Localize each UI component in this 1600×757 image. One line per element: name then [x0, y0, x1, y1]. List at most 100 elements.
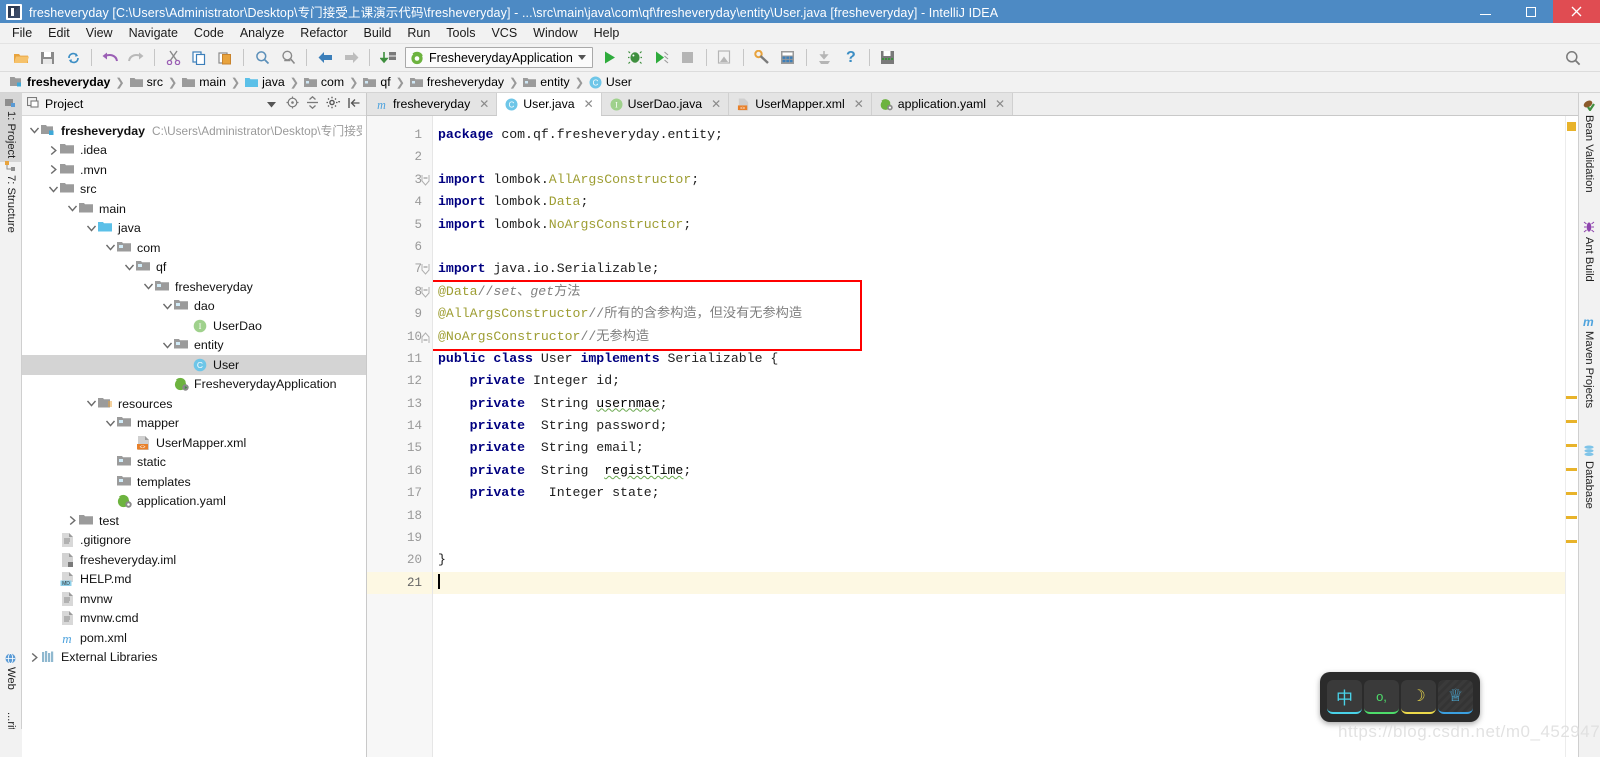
menu-item-refactor[interactable]: Refactor — [292, 24, 355, 42]
line-number[interactable]: 18 — [367, 505, 432, 527]
sidebar-item-structure[interactable]: 7: Structure — [0, 157, 22, 237]
menu-item-analyze[interactable]: Analyze — [232, 24, 292, 42]
code-line[interactable]: public class User implements Serializabl… — [433, 348, 1578, 370]
line-number[interactable]: 4 — [367, 191, 432, 213]
tree-node-mapper[interactable]: mapper — [22, 414, 366, 434]
tree-node-com[interactable]: com — [22, 238, 366, 258]
tree-node-dao[interactable]: dao — [22, 297, 366, 317]
code-line[interactable] — [433, 505, 1578, 527]
warning-marker[interactable] — [1566, 468, 1577, 471]
sidebar-item-project[interactable]: 1: Project — [0, 93, 22, 163]
code-line[interactable] — [433, 571, 1578, 595]
find-icon[interactable] — [249, 47, 275, 69]
line-number[interactable]: 13 — [367, 393, 432, 415]
editor-tab-userdao-java[interactable]: I UserDao.java ✕ — [601, 93, 730, 115]
tree-node-main[interactable]: main — [22, 199, 366, 219]
update-project-icon[interactable] — [375, 47, 401, 69]
code-line[interactable]: private String password; — [433, 415, 1578, 437]
warning-marker[interactable] — [1566, 420, 1577, 423]
undo-icon[interactable] — [97, 47, 123, 69]
warning-marker[interactable] — [1566, 444, 1577, 447]
cut-icon[interactable] — [160, 47, 186, 69]
line-number[interactable]: 20 — [367, 549, 432, 571]
line-number[interactable]: 1 — [367, 124, 432, 146]
code-line[interactable]: private String registTime; — [433, 460, 1578, 482]
chevron-right-icon[interactable] — [47, 144, 60, 157]
chevron-down-icon[interactable] — [47, 183, 60, 196]
settings-wrench-icon[interactable] — [749, 47, 775, 69]
breadcrumb-item-java[interactable]: java — [243, 75, 287, 89]
code-fold-marker[interactable] — [421, 174, 430, 186]
close-icon[interactable]: ✕ — [854, 97, 864, 111]
chevron-down-icon[interactable] — [85, 222, 98, 235]
breadcrumb-item-entity[interactable]: entity — [521, 75, 571, 89]
tree-node-help-md[interactable]: MD HELP.md — [22, 570, 366, 590]
help-icon[interactable]: ? — [838, 47, 864, 69]
sync-refresh-icon[interactable] — [60, 47, 86, 69]
collapse-all-icon[interactable] — [306, 95, 319, 112]
code-editor[interactable]: 1 2 3 4 5 6 7 8 9 10 11 12 13 14 15 16 17 18 19 20 21 packag… — [367, 116, 1578, 757]
breadcrumb-item-src[interactable]: src — [128, 75, 165, 89]
breadcrumb-item-fresheveryday[interactable]: fresheveryday — [408, 75, 506, 89]
sidebar-item-database[interactable]: Database — [1578, 441, 1600, 513]
line-number[interactable]: 17 — [367, 482, 432, 504]
code-line[interactable]: import lombok.NoArgsConstructor; — [433, 214, 1578, 236]
tree-node-static[interactable]: static — [22, 453, 366, 473]
chevron-down-icon[interactable] — [577, 55, 586, 60]
chevron-down-icon[interactable] — [267, 97, 276, 111]
breadcrumb-item-fresheveryday[interactable]: fresheveryday — [8, 75, 112, 89]
tree-node-fresheveryday-iml[interactable]: fresheveryday.iml — [22, 550, 366, 570]
tree-node-external-libraries[interactable]: External Libraries — [22, 648, 366, 668]
tree-node-src[interactable]: src — [22, 180, 366, 200]
warning-marker[interactable] — [1566, 540, 1577, 543]
tree-node-java[interactable]: java — [22, 219, 366, 239]
hide-panel-icon[interactable] — [348, 97, 361, 112]
code-line[interactable]: private String email; — [433, 437, 1578, 459]
code-fold-marker[interactable] — [421, 286, 430, 298]
code-line[interactable]: import lombok.AllArgsConstructor; — [433, 169, 1578, 191]
ime-chinese-mode-key[interactable]: 中 — [1327, 680, 1362, 714]
line-number[interactable]: 15 — [367, 437, 432, 459]
maximize-button[interactable] — [1508, 0, 1553, 23]
code-line[interactable]: @NoArgsConstructor//无参构造 — [433, 326, 1578, 348]
minimize-button[interactable] — [1463, 0, 1508, 23]
line-number[interactable]: 9 — [367, 303, 432, 325]
tree-node-qf[interactable]: qf — [22, 258, 366, 278]
open-folder-icon[interactable] — [8, 47, 34, 69]
code-line[interactable]: private Integer id; — [433, 370, 1578, 392]
code-line[interactable] — [433, 146, 1578, 168]
run-icon[interactable] — [597, 47, 623, 69]
search-everywhere-icon[interactable] — [1560, 47, 1586, 69]
chevron-down-icon[interactable] — [142, 280, 155, 293]
gear-icon[interactable] — [326, 96, 341, 112]
line-number[interactable]: 11 — [367, 348, 432, 370]
code-line[interactable]: private Integer state; — [433, 482, 1578, 504]
ime-floating-widget[interactable]: 中 ο, ☽ ♕ — [1320, 672, 1480, 722]
code-line[interactable]: import java.io.Serializable; — [433, 258, 1578, 280]
editor-tab-usermapper-xml[interactable]: <> UserMapper.xml ✕ — [729, 93, 872, 115]
line-number[interactable]: 16 — [367, 460, 432, 482]
error-stripe-marker-gutter[interactable] — [1565, 116, 1578, 757]
project-tree[interactable]: fresheveryday C:\Users\Administrator\Desk… — [22, 117, 366, 757]
chevron-right-icon[interactable] — [66, 514, 79, 527]
sidebar-item-web[interactable]: Web — [0, 649, 22, 694]
tree-node-userdao[interactable]: I UserDao — [22, 316, 366, 336]
chevron-right-icon[interactable] — [28, 651, 41, 664]
paste-icon[interactable] — [212, 47, 238, 69]
line-number[interactable]: 5 — [367, 214, 432, 236]
menu-item-code[interactable]: Code — [186, 24, 232, 42]
line-number[interactable]: 2 — [367, 146, 432, 168]
forward-icon[interactable] — [338, 47, 364, 69]
tree-node-fresheveryday[interactable]: fresheveryday — [22, 277, 366, 297]
chevron-down-icon[interactable] — [123, 261, 136, 274]
menu-item-file[interactable]: File — [4, 24, 40, 42]
chevron-down-icon[interactable] — [161, 339, 174, 352]
chevron-down-icon[interactable] — [161, 300, 174, 313]
code-line[interactable]: @Data//set、get方法 — [433, 281, 1578, 303]
tree-node-mvnw[interactable]: mvnw — [22, 589, 366, 609]
chevron-down-icon[interactable] — [104, 417, 117, 430]
menu-item-window[interactable]: Window — [525, 24, 585, 42]
warning-marker[interactable] — [1566, 396, 1577, 399]
tree-node-fresheverydayapplication[interactable]: FresheverydayApplication — [22, 375, 366, 395]
code-line[interactable]: import lombok.Data; — [433, 191, 1578, 213]
